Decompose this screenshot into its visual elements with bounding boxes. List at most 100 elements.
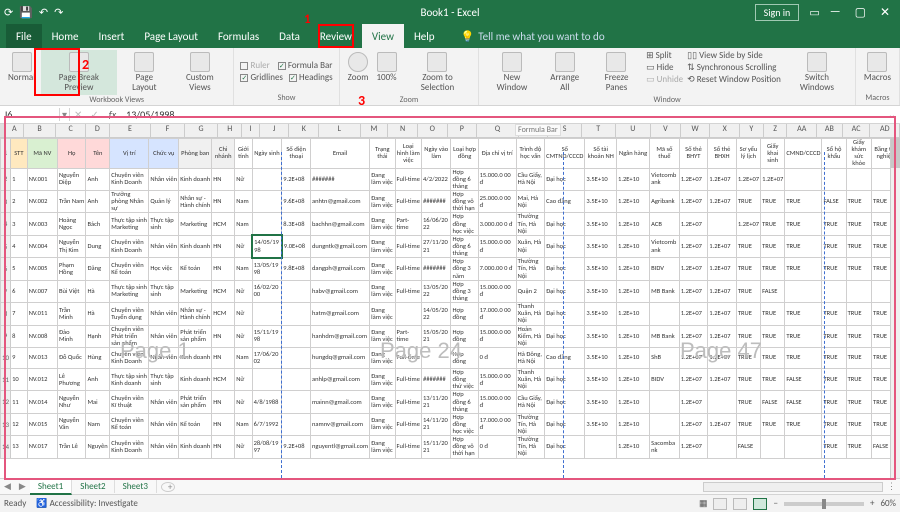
sign-in-button[interactable]: Sign in	[755, 4, 800, 21]
cell[interactable]: 1.2E+07	[679, 190, 708, 212]
cell[interactable]: Kinh doanh	[179, 368, 212, 390]
display-settings-icon[interactable]: ▦	[699, 498, 708, 509]
cell[interactable]: Nhân viên	[149, 391, 179, 413]
cell[interactable]: dangph@gmail.com	[310, 258, 369, 280]
cell[interactable]: 1.2E+07	[708, 190, 737, 212]
cell[interactable]: Thường Tín, Hà Nội	[516, 413, 544, 435]
vertical-scrollbar[interactable]	[890, 138, 900, 478]
cell[interactable]: 4/2/2022	[422, 168, 451, 190]
cell[interactable]: 1.2E+10	[617, 347, 650, 368]
cell[interactable]: TRUE	[736, 391, 760, 413]
cell[interactable]	[785, 280, 822, 302]
unhide-button[interactable]: ▭ Unhide	[646, 74, 683, 85]
arrange-all-button[interactable]: Arrange All	[543, 50, 587, 95]
tab-file[interactable]: File	[6, 24, 42, 48]
cell[interactable]: 13	[11, 436, 28, 458]
col-header-X[interactable]: X	[710, 124, 740, 137]
cell[interactable]: TRUE	[761, 213, 785, 235]
cell[interactable]: 16/06/20 22	[422, 213, 451, 235]
ruler-checkbox[interactable]	[240, 62, 248, 70]
cell[interactable]: Trần Nam	[57, 190, 86, 212]
cell[interactable]: ACB	[650, 213, 680, 235]
cell[interactable]: 10	[11, 368, 28, 390]
col-header-K[interactable]: K	[289, 124, 319, 137]
cell[interactable]: 9.6E+08	[282, 190, 311, 212]
cell[interactable]: 4/8/1988	[252, 391, 282, 413]
header-cell[interactable]: Ngân hàng	[617, 139, 650, 169]
cell[interactable]: Đại học	[545, 168, 585, 190]
header-cell[interactable]: Số CMTND/CCCD	[545, 139, 585, 169]
cell[interactable]: Marketing	[179, 280, 212, 302]
cell[interactable]: MB Bank	[650, 280, 680, 302]
cell[interactable]: 1.2E+07	[679, 413, 708, 435]
minimize-button[interactable]: —	[830, 5, 841, 19]
cell[interactable]: TRUE	[846, 391, 871, 413]
cell[interactable]: Marketing	[179, 213, 212, 235]
cell[interactable]: Trưởng phòng Nhân sự	[110, 190, 149, 212]
cell[interactable]: HN	[212, 190, 235, 212]
cell[interactable]: TRUE	[761, 235, 785, 257]
cell[interactable]: 13/05/19 98	[252, 258, 282, 280]
cell[interactable]: Cao đẳng	[545, 190, 585, 212]
row-header-7[interactable]: 7	[1, 280, 11, 302]
zoom-slider[interactable]	[784, 502, 864, 506]
sheet-nav-next[interactable]: ▶	[15, 481, 30, 492]
normal-view-button[interactable]: Normal	[6, 50, 37, 85]
row-header-14[interactable]: 14	[1, 436, 11, 458]
cell[interactable]: Thực tập sinh	[149, 213, 179, 235]
name-box-dropdown[interactable]: ▾	[60, 108, 70, 121]
cell[interactable]: Hợp đồng học việc	[451, 413, 478, 435]
cell[interactable]: Thường Tín, Hà Nội	[516, 436, 544, 458]
cell[interactable]: TRUE	[736, 347, 760, 368]
cell[interactable]: 9.0E+08	[282, 235, 311, 257]
cell[interactable]: 7	[11, 303, 28, 325]
col-header-I[interactable]: I	[242, 124, 260, 137]
col-header-A[interactable]: A	[6, 124, 24, 137]
cell[interactable]	[708, 391, 737, 413]
cell[interactable]: Đại học	[545, 258, 585, 280]
header-cell[interactable]: Giấy khám sức khỏe	[846, 139, 871, 169]
cell[interactable]: Nhân viên	[149, 347, 179, 368]
cell[interactable]: NV.001	[27, 168, 57, 190]
cell[interactable]: 9.8E+08	[282, 258, 311, 280]
row-header-10[interactable]: 10	[1, 347, 11, 368]
cell[interactable]: Thực tập sinh Marketing	[110, 213, 149, 235]
header-cell[interactable]: Vị trí	[110, 139, 149, 169]
autosave-icon[interactable]: ⟳	[4, 6, 13, 19]
header-cell[interactable]: Họ	[57, 139, 86, 169]
cell[interactable]: NV.012	[27, 368, 57, 390]
cell[interactable]: 8.3E+08	[282, 213, 311, 235]
cell[interactable]: Full-time	[395, 235, 421, 257]
cell[interactable]: Đại học	[545, 235, 585, 257]
sheet-nav-prev[interactable]: ◀	[0, 481, 15, 492]
name-box[interactable]: J6	[0, 108, 60, 121]
cell[interactable]: Nam	[86, 413, 110, 435]
cell[interactable]: MB Bank	[650, 325, 680, 347]
cell[interactable]: Nữ	[235, 303, 252, 325]
cell[interactable]: 12	[11, 413, 28, 435]
cell[interactable]: TRUE	[846, 325, 871, 347]
cell[interactable]	[708, 213, 737, 235]
split-button[interactable]: ⊞ Split	[646, 50, 683, 61]
cell[interactable]: Hoàn Kiếm, Hà Nội	[516, 325, 544, 347]
cell[interactable]: 27/11/20 21	[422, 235, 451, 257]
cell[interactable]: 6/7/1992	[252, 413, 282, 435]
cell[interactable]: Đang làm việc	[370, 347, 395, 368]
header-cell[interactable]: Trạng thái	[370, 139, 395, 169]
col-header-N[interactable]: N	[388, 124, 418, 137]
header-cell[interactable]: Số thẻ BHYT	[679, 139, 708, 169]
cell[interactable]: namnv@gmail.com	[310, 413, 369, 435]
header-cell[interactable]: STT	[11, 139, 28, 169]
cell[interactable]: 17/06/20 02	[252, 347, 282, 368]
cell[interactable]: Cao đẳng	[545, 347, 585, 368]
cell[interactable]: 1.2E+07	[708, 258, 737, 280]
cancel-formula-icon[interactable]: ✕	[70, 108, 86, 121]
cell[interactable]: 14/05/19 98	[252, 235, 282, 257]
cell[interactable]: Full-time	[395, 368, 421, 390]
cell[interactable]: Hợp đồng học việc	[451, 213, 478, 235]
cell[interactable]: Chuyên viên Tuyển dụng	[110, 303, 149, 325]
col-header-E[interactable]: E	[110, 124, 151, 137]
header-cell[interactable]: Số điện thoại	[282, 139, 311, 169]
col-header-W[interactable]: W	[681, 124, 711, 137]
cell[interactable]: TRUE	[736, 325, 760, 347]
